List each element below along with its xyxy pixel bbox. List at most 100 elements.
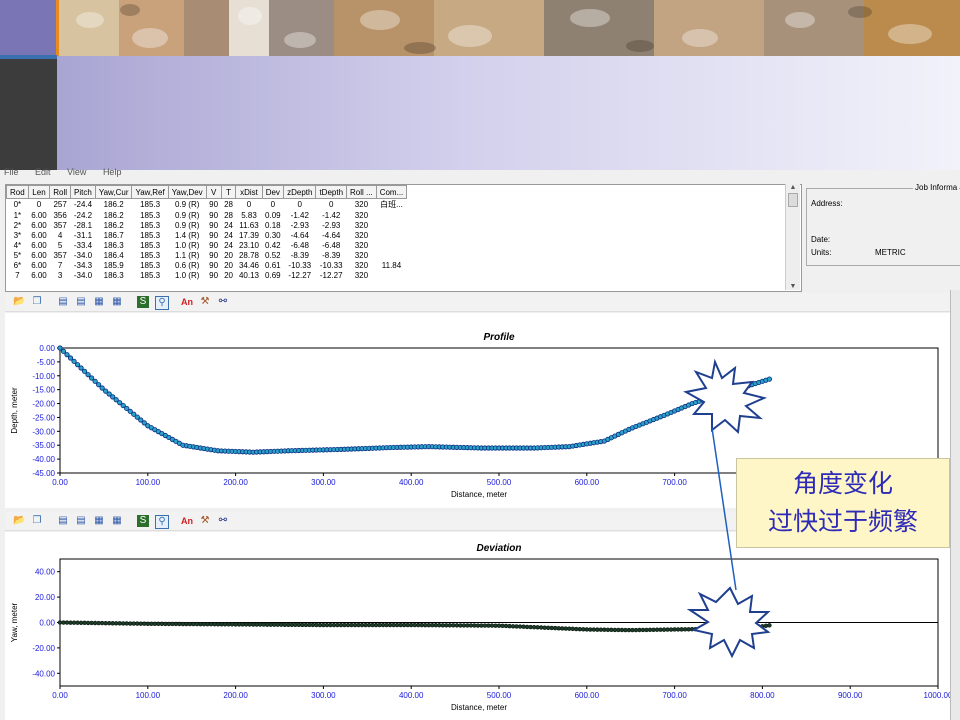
data-point	[74, 362, 81, 368]
data-point	[517, 624, 523, 629]
data-point	[419, 622, 424, 628]
table-cell: 185.3	[140, 260, 161, 270]
menu-view[interactable]: View	[67, 167, 86, 177]
table-icon[interactable]: ▦	[93, 515, 105, 527]
zoom-icon[interactable]: ⚲	[155, 296, 169, 310]
grid-icon[interactable]: ▦	[111, 296, 123, 308]
data-point	[742, 625, 748, 630]
annotation-icon[interactable]: An	[181, 515, 193, 527]
column-header[interactable]: T	[220, 185, 237, 199]
data-point	[394, 622, 400, 628]
menu-help[interactable]: Help	[103, 167, 122, 177]
table-row[interactable]: 0* 0 257 -24.4 186.2 185.3 0.9 (R) 90 28 0 0 0 0 320 白…	[7, 199, 407, 211]
column-header[interactable]: Pitch	[70, 185, 96, 199]
table-cell: 5	[57, 240, 63, 250]
data-point	[535, 625, 540, 630]
chart-style-icon[interactable]: S	[137, 296, 149, 308]
menu-file[interactable]: File	[4, 167, 19, 177]
data-point	[704, 626, 709, 632]
column-header[interactable]: zDepth	[283, 185, 317, 199]
column-header[interactable]: Yaw,Dev	[167, 185, 207, 199]
table-cell: 186.2	[103, 220, 124, 230]
column-header[interactable]: Dev	[261, 185, 285, 199]
table-row[interactable]: 7 6.00 3 -34.0 186.3 185.3 1.0 (R) 90 20 40.13 0.6…	[7, 270, 407, 280]
data-point	[482, 623, 488, 628]
banner-image	[0, 0, 960, 56]
table-cell: -31.1	[73, 230, 93, 240]
table-cell: 0.61	[265, 260, 281, 270]
table-cell: 185.3	[140, 270, 161, 280]
page-setup-icon[interactable]: ▤	[75, 296, 87, 308]
table-cell: 5*	[13, 250, 22, 260]
zoom-icon[interactable]: ⚲	[155, 515, 169, 529]
data-point	[57, 620, 63, 625]
open-folder-icon[interactable]: 📂	[13, 515, 25, 527]
data-point	[437, 623, 442, 628]
column-header[interactable]: Yaw,Cur	[94, 185, 133, 199]
table-cell: -10.33	[288, 260, 312, 270]
chart-style-icon[interactable]: S	[137, 515, 149, 527]
x-tick-label: 600.00	[575, 691, 600, 700]
column-header[interactable]: Roll	[49, 185, 72, 199]
table-scrollbar[interactable]: ▲ ▼	[785, 184, 800, 290]
callout-line-2: 过快过于频繁	[767, 507, 918, 536]
data-point	[166, 621, 172, 627]
copy-icon[interactable]: ❐	[31, 515, 43, 527]
binoculars-icon[interactable]: ⚯	[217, 296, 229, 308]
binoculars-icon[interactable]: ⚯	[217, 515, 229, 527]
annotation-icon[interactable]: An	[181, 296, 193, 308]
tools-icon[interactable]: ⚒	[199, 296, 211, 308]
column-header[interactable]: Roll ...	[346, 185, 377, 199]
open-folder-icon[interactable]: 📂	[13, 296, 25, 308]
table-cell: 2*	[13, 220, 22, 230]
page-icon[interactable]: ▤	[57, 515, 69, 527]
data-point	[451, 623, 456, 628]
data-point	[106, 621, 112, 626]
table-cell: 357	[53, 220, 67, 230]
table-cell: 186.7	[103, 230, 124, 240]
table-cell: 90	[209, 230, 219, 240]
menu-edit[interactable]: Edit	[35, 167, 51, 177]
scroll-thumb[interactable]	[788, 193, 798, 207]
column-header[interactable]: Len	[27, 185, 51, 199]
table-row[interactable]: 4* 6.00 5 -33.4 186.3 185.3 1.0 (R) 90 24 23.10 0.…	[7, 240, 407, 250]
tools-icon[interactable]: ⚒	[199, 515, 211, 527]
data-point	[496, 623, 502, 628]
table-cell: 20	[224, 260, 233, 270]
table-icon[interactable]: ▦	[93, 296, 105, 308]
data-point	[640, 627, 646, 633]
column-header[interactable]: Rod	[6, 185, 29, 199]
data-point	[131, 621, 136, 626]
table-cell: 24	[224, 220, 233, 230]
column-header[interactable]: Com...	[375, 185, 408, 199]
table-cell: 186.3	[103, 270, 124, 280]
data-point	[689, 627, 695, 632]
table-row[interactable]: 3* 6.00 4 -31.1 186.7 185.3 1.4 (R) 90 24 17.39 0.…	[7, 230, 407, 240]
table-cell: -6.48	[322, 240, 341, 250]
page-icon[interactable]: ▤	[57, 296, 69, 308]
table-row[interactable]: 6* 6.00 7 -34.3 185.9 185.3 0.6 (R) 90 20 34.46 0.…	[7, 260, 407, 270]
data-point	[588, 627, 593, 632]
table-cell: 185.3	[140, 240, 161, 250]
column-header[interactable]: V	[205, 185, 222, 199]
column-header[interactable]: Yaw,Ref	[131, 185, 169, 199]
table-row[interactable]: 1* 6.00 356 -24.2 186.2 185.3 0.9 (R) 90 28 5.83 0…	[7, 210, 407, 220]
table-row[interactable]: 5* 6.00 357 -34.0 186.4 185.3 1.1 (R) 90 20 28.78…	[7, 250, 407, 260]
table-row[interactable]: 2* 6.00 357 -28.1 186.2 185.3 0.9 (R) 90 24 11.63…	[7, 220, 407, 230]
data-point	[609, 627, 614, 633]
table-cell: 6.00	[31, 250, 47, 260]
data-point	[324, 622, 330, 628]
column-header[interactable]: tDepth	[315, 185, 348, 199]
y-axis-label: Yaw, meter	[10, 602, 19, 642]
scroll-down-icon[interactable]: ▼	[786, 283, 800, 290]
page-setup-icon[interactable]: ▤	[75, 515, 87, 527]
grid-icon[interactable]: ▦	[111, 515, 123, 527]
data-point	[64, 620, 70, 625]
data-point	[651, 627, 656, 632]
table-cell: 0	[297, 200, 302, 209]
scroll-up-icon[interactable]: ▲	[786, 184, 800, 191]
copy-icon[interactable]: ❐	[31, 296, 43, 308]
data-point	[338, 622, 344, 628]
x-tick-label: 400.00	[399, 478, 424, 487]
column-header[interactable]: xDist	[235, 185, 263, 199]
